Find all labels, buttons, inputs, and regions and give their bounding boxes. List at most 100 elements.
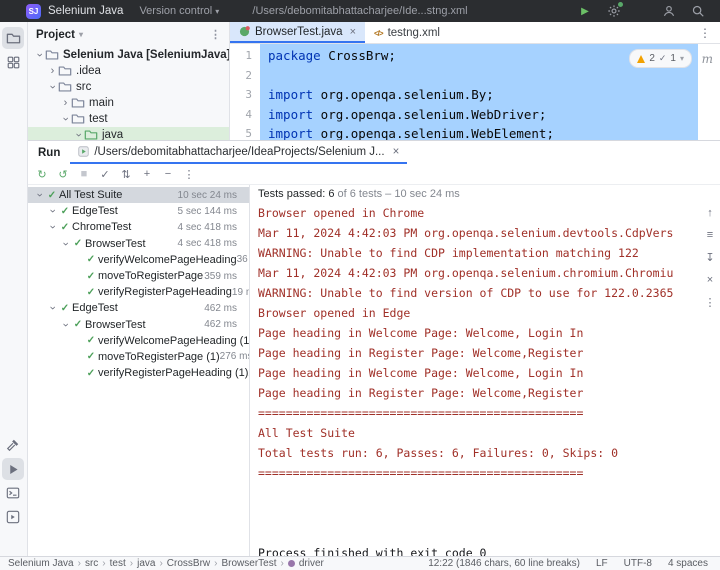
breadcrumb-item[interactable]: CrossBrw ›	[167, 558, 218, 569]
test-tree-item[interactable]: › ✓ BrowserTest 462 ms	[28, 317, 249, 333]
run-tool-icon[interactable]	[2, 458, 24, 480]
test-tree-item[interactable]: › ✓ verifyRegisterPageHeading 19 ms	[28, 284, 249, 300]
more-icon[interactable]: ⋮	[705, 296, 716, 309]
user-icon[interactable]	[661, 3, 677, 19]
test-tree-item[interactable]: › ✓ moveToRegisterPage (1) 276 ms	[28, 349, 249, 365]
test-tree-item[interactable]: › ✓ verifyWelcomePageHeading 36 ms	[28, 252, 249, 268]
editor-tab[interactable]: BrowserTest.java ×	[230, 22, 365, 43]
breadcrumb-item[interactable]: BrowserTest ›	[221, 558, 283, 569]
chevron-icon[interactable]: ›	[60, 97, 71, 109]
breadcrumb-item[interactable]: java ›	[137, 558, 163, 569]
chevron-icon[interactable]: ›	[47, 65, 58, 77]
project-panel-title: Project	[36, 28, 75, 41]
build-icon[interactable]	[2, 434, 24, 456]
run-tab-label: /Users/debomitabhattacharjee/IdeaProject…	[94, 145, 385, 158]
test-tree-item[interactable]: › ✓ EdgeTest 462 ms	[28, 300, 249, 316]
project-tree-item[interactable]: › java	[28, 127, 229, 140]
run-config-tab[interactable]: /Users/debomitabhattacharjee/IdeaProject…	[70, 141, 408, 164]
show-passed-icon[interactable]: ✓	[96, 165, 114, 183]
project-tree-item[interactable]: › .idea	[28, 63, 229, 79]
test-tree-item[interactable]: › ✓ EdgeTest 5 sec 144 ms	[28, 203, 249, 219]
chevron-icon[interactable]: ›	[47, 206, 59, 217]
test-tree-item[interactable]: › ✓ verifyWelcomePageHeading (1) 33 ms	[28, 333, 249, 349]
expand-all-icon[interactable]: +	[138, 165, 156, 183]
project-badge[interactable]: SJ	[26, 3, 41, 19]
breadcrumb-label: java	[137, 558, 156, 569]
chevron-icon[interactable]: ›	[34, 50, 46, 61]
more-icon[interactable]: ⋮	[210, 28, 221, 41]
sort-icon[interactable]: ⇅	[117, 165, 135, 183]
test-name: BrowserTest	[85, 318, 146, 331]
run-button[interactable]: ▶	[577, 3, 593, 19]
line-number[interactable]: 4	[230, 105, 252, 125]
console-line: Page heading in Welcome Page: Welcome, L…	[258, 366, 584, 380]
rerun-failed-tests-icon[interactable]: ↺	[54, 165, 72, 183]
vcs-widget[interactable]: Version control ▾	[139, 5, 219, 17]
code-editor[interactable]: 12345 package CrossBrw; import org.openq…	[230, 44, 720, 140]
folder-icon	[45, 48, 59, 62]
test-name: ChromeTest	[72, 221, 132, 234]
breadcrumb-item[interactable]: test ›	[110, 558, 133, 569]
more-icon[interactable]: ⋮	[699, 26, 711, 40]
structure-icon[interactable]	[2, 51, 24, 73]
project-tool-icon[interactable]	[2, 27, 24, 49]
close-icon[interactable]: ×	[350, 26, 356, 38]
services-icon[interactable]	[2, 506, 24, 528]
run-panel-title[interactable]: Run	[28, 141, 70, 164]
test-tree-item[interactable]: › ✓ BrowserTest 4 sec 418 ms	[28, 236, 249, 252]
inspection-widget[interactable]: 2 ✓ 1 ▾	[629, 49, 692, 68]
scroll-to-end-icon[interactable]: ↧	[705, 251, 714, 264]
chevron-down-icon: ▾	[79, 30, 84, 39]
folder-icon	[71, 96, 85, 110]
test-tree-item[interactable]: › ✓ moveToRegisterPage 359 ms	[28, 268, 249, 284]
test-tree-item[interactable]: › ✓ All Test Suite 10 sec 24 ms	[28, 187, 249, 204]
rerun-icon[interactable]: ↻	[33, 165, 51, 183]
test-console[interactable]: Tests passed: 6 of 6 tests – 10 sec 24 m…	[250, 185, 700, 556]
chevron-icon[interactable]: ›	[34, 190, 46, 201]
status-widget[interactable]: LF	[596, 558, 608, 569]
search-icon[interactable]	[690, 3, 706, 19]
project-tree-item[interactable]: › src	[28, 79, 229, 95]
test-name: moveToRegisterPage	[98, 270, 204, 283]
stop-icon[interactable]: ■	[75, 165, 93, 183]
project-name[interactable]: Selenium Java	[48, 5, 123, 17]
chevron-icon[interactable]: ›	[47, 222, 59, 233]
project-panel-header[interactable]: Project ▾ ⋮	[28, 22, 229, 47]
chevron-icon[interactable]: ›	[73, 130, 85, 141]
test-duration: 276 ms	[219, 351, 250, 363]
editor-tab[interactable]: testng.xml ×	[365, 22, 449, 43]
test-duration: 462 ms	[204, 302, 237, 314]
test-name: EdgeTest	[72, 205, 118, 218]
status-widget[interactable]: 4 spaces	[668, 558, 708, 569]
more-icon[interactable]: ⋮	[180, 165, 198, 183]
line-number[interactable]: 5	[230, 124, 252, 140]
project-tree-item[interactable]: › test	[28, 111, 229, 127]
terminal-icon[interactable]	[2, 482, 24, 504]
close-icon[interactable]: ×	[393, 146, 400, 158]
console-line: ========================================…	[258, 406, 584, 420]
clear-icon[interactable]: ×	[707, 274, 713, 286]
test-tree-item[interactable]: › ✓ ChromeTest 4 sec 418 ms	[28, 219, 249, 235]
breadcrumb-item[interactable]: src ›	[85, 558, 106, 569]
soft-wrap-icon[interactable]: ≡	[707, 229, 713, 241]
status-widget[interactable]: UTF-8	[624, 558, 652, 569]
line-number[interactable]: 1	[230, 46, 252, 66]
settings-icon[interactable]	[606, 2, 623, 19]
breadcrumb-item[interactable]: driver ›	[287, 558, 324, 569]
collapse-all-icon[interactable]: −	[159, 165, 177, 183]
test-passed-icon: ✓	[86, 367, 96, 379]
chevron-icon[interactable]: ›	[60, 238, 72, 249]
chevron-icon[interactable]: ›	[60, 319, 72, 330]
scroll-to-top-icon[interactable]: ↑	[707, 207, 713, 219]
project-tree-item[interactable]: › Selenium Java [SeleniumJava] ~/IdeaPro…	[28, 47, 230, 63]
project-tree-item[interactable]: › main	[28, 95, 229, 111]
chevron-icon[interactable]: ›	[60, 114, 72, 125]
chevron-icon[interactable]: ›	[47, 303, 59, 314]
line-number[interactable]: 3	[230, 85, 252, 105]
breadcrumb-item[interactable]: Selenium Java ›	[8, 558, 81, 569]
status-widget[interactable]: 12:22 (1846 chars, 60 line breaks)	[428, 558, 580, 569]
test-tree-item[interactable]: › ✓ verifyRegisterPageHeading (1) 21 ms	[28, 365, 249, 381]
check-icon: ✓	[658, 53, 667, 63]
line-number[interactable]: 2	[230, 66, 252, 86]
chevron-icon[interactable]: ›	[47, 82, 59, 93]
